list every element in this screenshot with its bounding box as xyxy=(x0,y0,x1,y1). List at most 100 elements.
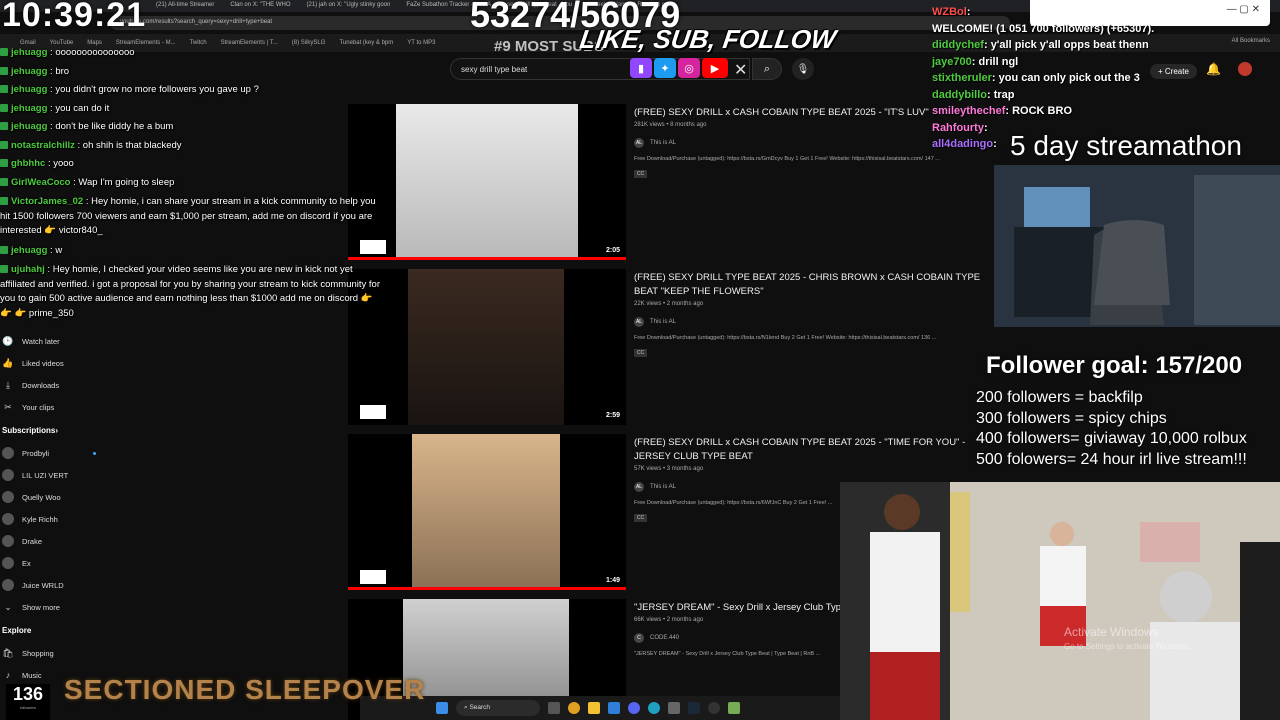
video-views: 57K views • 3 months ago xyxy=(634,466,704,472)
taskbar-search[interactable]: ⌕ Search xyxy=(456,700,540,716)
channel-avatar: AL xyxy=(634,138,644,148)
channel-avatar: C xyxy=(634,633,644,643)
app-icon[interactable] xyxy=(668,702,680,714)
chat-username: ghbhhc xyxy=(11,158,46,169)
taskbar-search-label: Search xyxy=(469,704,491,711)
follower-perk: 500 folowers= 24 hour irl live stream!!! xyxy=(976,450,1247,468)
browser-tab[interactable]: (21) jah on X: "Ugly stinky goon xyxy=(301,0,397,12)
clear-search-icon[interactable]: ✕ xyxy=(734,60,747,80)
task-view-icon[interactable] xyxy=(548,702,560,714)
subscription-item[interactable]: Ex xyxy=(0,552,110,574)
chat-username: GirlWeaCoco xyxy=(11,176,71,188)
twitter-icon: ✦ xyxy=(654,58,676,78)
video-thumbnail[interactable]: 2:59 xyxy=(348,269,626,425)
sidebar-item[interactable]: 🕒 Watch later xyxy=(0,330,110,352)
channel-avatar xyxy=(2,557,14,569)
subscription-item[interactable]: Prodbyli xyxy=(0,442,110,464)
mic-icon: 🎙 xyxy=(796,63,810,75)
video-title[interactable]: (FREE) SEXY DRILL TYPE BEAT 2025 - CHRIS… xyxy=(634,271,994,299)
overlay-chat-separator: : xyxy=(987,88,994,101)
new-content-dot xyxy=(93,451,96,455)
chat-text: don't be like diddy he a bum xyxy=(55,121,174,132)
overlay-chat-username: diddychef xyxy=(932,39,984,51)
youtube-icon: ▶ xyxy=(702,58,728,78)
chat-text: Wap I'm going to sleep xyxy=(78,176,175,188)
video-description: Free Download/Purchase (untagged): https… xyxy=(634,335,937,341)
chat-text: w xyxy=(55,244,63,256)
subscriptions-heading[interactable]: Subscriptions › xyxy=(0,418,110,442)
watch-progress-bar xyxy=(348,587,626,590)
overlay-chat-message: jaye700: drill ngl xyxy=(932,54,1280,71)
chat-username: ujuhahj xyxy=(11,264,45,275)
irl-camera-image xyxy=(840,482,1280,720)
video-views: 22K views • 2 months ago xyxy=(634,301,704,307)
chat-username: jehuagg xyxy=(11,47,48,58)
follower-goal: Follower goal: 157/200 xyxy=(986,352,1243,379)
streamathon-label: 5 day streamathon xyxy=(1010,130,1242,161)
search-button[interactable]: ⌕ xyxy=(752,58,782,80)
sidebar-item[interactable]: ✂ Your clips xyxy=(0,396,110,418)
subscription-item[interactable]: Drake xyxy=(0,530,110,552)
steam-icon[interactable] xyxy=(688,702,700,714)
parental-advisory-logo xyxy=(360,570,386,584)
subscription-item[interactable]: Juice WRLD xyxy=(0,574,110,596)
social-overlay: ▮ ✦ ◎ ▶ xyxy=(630,58,728,78)
store-icon[interactable] xyxy=(608,702,620,714)
video-title[interactable]: (FREE) SEXY DRILL x CASH COBAIN TYPE BEA… xyxy=(634,436,994,464)
chat-message: ujuhahj : Hey homie, I checked your vide… xyxy=(0,260,380,324)
overlay-chat-username: Rahfourty xyxy=(932,121,984,134)
channel-link[interactable]: AL This is AL xyxy=(634,317,994,327)
video-duration: 2:05 xyxy=(605,247,620,254)
download-icon: ⤓ xyxy=(6,379,10,390)
overlay-chat-text: you can only pick out the 3 xyxy=(998,72,1140,84)
bookmark-link[interactable]: YT to MP3 xyxy=(407,40,435,46)
chat-message: jehuagg : you can do it xyxy=(0,100,380,119)
chat-badge-icon xyxy=(0,159,8,168)
video-duration: 1:49 xyxy=(605,577,620,584)
channel-name: This is AL xyxy=(650,140,677,146)
subscription-name: Ex xyxy=(22,558,31,568)
chat-username: jehuagg xyxy=(11,84,48,95)
explore-item[interactable]: 🛍 Shopping xyxy=(0,642,110,664)
sidebar-item-label: Watch later xyxy=(22,336,60,346)
overlay-chat-text: y'all pick y'all opps beat thenn xyxy=(990,39,1149,51)
chrome-icon[interactable] xyxy=(568,702,580,714)
thumbnail-image xyxy=(408,269,564,425)
thumbnail-image xyxy=(396,104,578,260)
video-thumbnail[interactable]: 1:49 xyxy=(348,434,626,590)
subscription-name: Drake xyxy=(22,536,43,546)
voice-search-button[interactable]: 🎙 xyxy=(792,58,814,80)
overlay-chat-message: daddybillo: trap xyxy=(932,87,1280,104)
overlay-chat-text: trap xyxy=(993,88,1015,101)
chat-badge-icon xyxy=(0,245,8,254)
discord-icon[interactable] xyxy=(628,702,640,714)
subscription-item[interactable]: LIL UZI VERT xyxy=(0,464,110,486)
channel-avatar xyxy=(2,469,14,481)
video-duration: 2:59 xyxy=(605,412,620,419)
chat-message: jehuagg : ooooooooooooooo xyxy=(0,44,380,63)
chat-badge-icon xyxy=(0,48,8,57)
subscription-item[interactable]: Kyle Richh xyxy=(0,508,110,530)
windows-taskbar: ⌕ Search xyxy=(360,696,840,720)
edge-icon[interactable] xyxy=(648,702,660,714)
search-icon: ⌕ xyxy=(763,62,771,75)
chat-message: jehuagg : w xyxy=(0,242,380,261)
chat-text: bro xyxy=(55,65,70,77)
show-more-button[interactable]: ⌄ Show more xyxy=(0,596,110,618)
windows-start-icon[interactable] xyxy=(436,702,448,714)
sidebar-item[interactable]: ⤓ Downloads xyxy=(0,374,110,396)
thumbs-up-icon: 👍 xyxy=(2,357,14,368)
obs-icon[interactable] xyxy=(708,702,720,714)
sleepover-banner: SECTIONED SLEEPOVER xyxy=(64,674,426,705)
app2-icon[interactable] xyxy=(728,702,740,714)
subscription-name: Kyle Richh xyxy=(22,514,58,524)
room-camera-image xyxy=(994,165,1280,327)
chat-badge-icon xyxy=(0,103,8,112)
parental-advisory-logo xyxy=(360,405,386,419)
browser-tab[interactable]: Clan on X: "THE WHO xyxy=(224,0,296,12)
video-thumbnail[interactable]: 2:05 xyxy=(348,104,626,260)
sidebar-item[interactable]: 👍 Liked videos xyxy=(0,352,110,374)
subscription-item[interactable]: Quelly Woo xyxy=(0,486,110,508)
file-explorer-icon[interactable] xyxy=(588,702,600,714)
browser-tab[interactable]: (21) All-time Streamer xyxy=(150,0,220,12)
